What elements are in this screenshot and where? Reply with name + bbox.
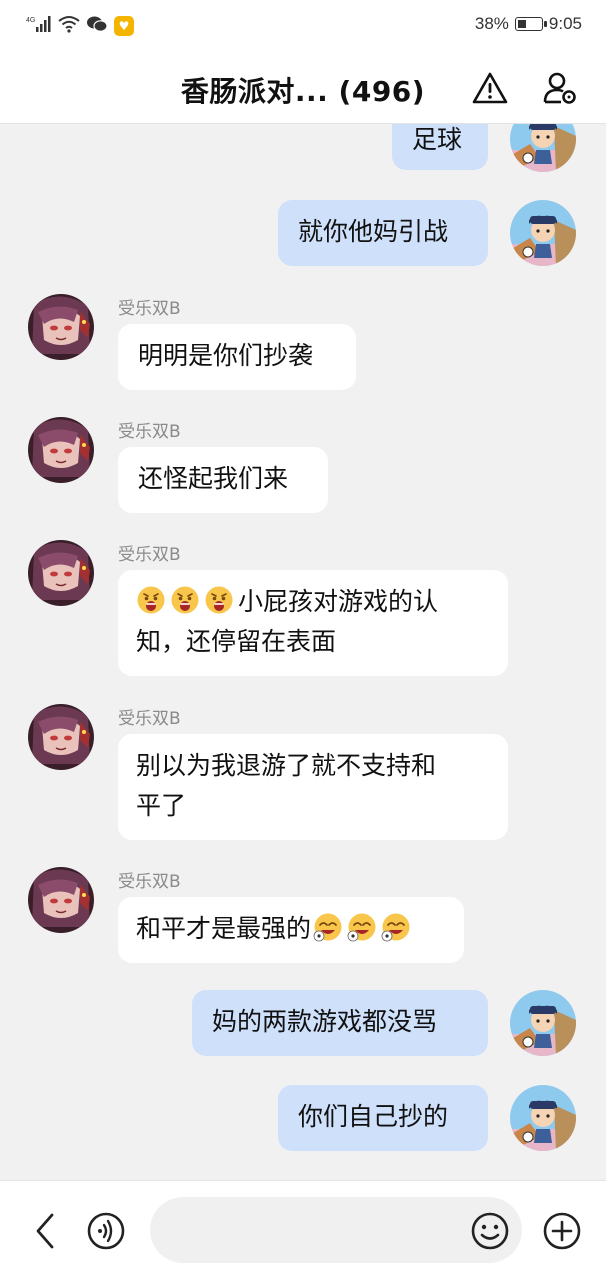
report-button[interactable] bbox=[470, 68, 510, 108]
message-bubble-incoming[interactable]: 别以为我退游了就不支持和 平了 bbox=[118, 734, 508, 840]
sender-avatar[interactable] bbox=[28, 294, 94, 360]
dizzy-face-emoji bbox=[381, 912, 411, 942]
message-bubble-incoming[interactable]: 和平才是最强的 bbox=[118, 897, 464, 963]
message-text-line: 平了 bbox=[136, 791, 187, 820]
battery-icon bbox=[514, 17, 547, 31]
chevron-left-icon bbox=[36, 1213, 54, 1249]
message-text: 妈的两款游戏都没骂 bbox=[212, 1007, 438, 1036]
sender-name: 受乐双B bbox=[118, 872, 181, 892]
shocked-face-emoji bbox=[136, 585, 166, 615]
sender-avatar[interactable] bbox=[28, 867, 94, 933]
battery-percent: 38% bbox=[474, 14, 509, 33]
message-text: 和平才是最强的 bbox=[136, 914, 312, 943]
smiley-icon bbox=[471, 1212, 509, 1250]
sender-name: 受乐双B bbox=[118, 422, 181, 442]
sender-name: 受乐双B bbox=[118, 545, 181, 565]
signal-icon: 4G bbox=[26, 14, 52, 38]
message-text: 足球 bbox=[412, 125, 463, 154]
message-text-line: 别以为我退游了就不支持和 bbox=[136, 751, 437, 780]
message-bubble-outgoing[interactable]: 妈的两款游戏都没骂 bbox=[192, 990, 488, 1056]
voice-input-button[interactable] bbox=[86, 1211, 126, 1251]
back-button[interactable] bbox=[28, 1211, 64, 1251]
shocked-face-emoji bbox=[170, 585, 200, 615]
message-bubble-incoming[interactable]: 小屁孩对游戏的认 知，还停留在表面 bbox=[118, 570, 508, 676]
message-text: 你们自己抄的 bbox=[298, 1102, 449, 1131]
input-bar bbox=[0, 1180, 606, 1280]
my-avatar[interactable] bbox=[510, 124, 576, 172]
dizzy-face-emoji bbox=[313, 912, 343, 942]
wifi-icon bbox=[58, 15, 80, 37]
my-avatar[interactable] bbox=[510, 1085, 576, 1151]
message-list[interactable]: 足球 就你他妈引战 受乐双B 明明是你们抄袭 受乐双B 还怪起我们来 受乐双B … bbox=[0, 124, 606, 1180]
shocked-face-emoji bbox=[204, 585, 234, 615]
chat-header: 香肠派对... (496) bbox=[0, 52, 606, 124]
message-text-line: 小屁孩对游戏的认 bbox=[238, 587, 439, 616]
message-bubble-incoming[interactable]: 明明是你们抄袭 bbox=[118, 324, 356, 390]
wechat-icon bbox=[86, 15, 108, 37]
more-actions-button[interactable] bbox=[542, 1211, 582, 1251]
status-bar: 4G ♥ 38% 9:05 bbox=[0, 0, 606, 52]
sender-name: 受乐双B bbox=[118, 709, 181, 729]
sender-avatar[interactable] bbox=[28, 704, 94, 770]
my-avatar[interactable] bbox=[510, 200, 576, 266]
sender-avatar[interactable] bbox=[28, 540, 94, 606]
plus-icon bbox=[543, 1212, 581, 1250]
user-settings-icon bbox=[543, 72, 576, 104]
message-bubble-outgoing[interactable]: 足球 bbox=[392, 124, 488, 170]
message-bubble-incoming[interactable]: 还怪起我们来 bbox=[118, 447, 328, 513]
sender-name: 受乐双B bbox=[118, 299, 181, 319]
message-text: 明明是你们抄袭 bbox=[138, 341, 314, 370]
app-notification-icon: ♥ bbox=[114, 16, 134, 36]
message-text-line: 知，还停留在表面 bbox=[136, 627, 337, 656]
message-text: 还怪起我们来 bbox=[138, 464, 289, 493]
sender-avatar[interactable] bbox=[28, 417, 94, 483]
chat-title: 香肠派对... (496) bbox=[180, 75, 426, 108]
voice-icon bbox=[87, 1212, 125, 1250]
emoji-button[interactable] bbox=[470, 1211, 510, 1251]
message-bubble-outgoing[interactable]: 就你他妈引战 bbox=[278, 200, 488, 266]
message-bubble-outgoing[interactable]: 你们自己抄的 bbox=[278, 1085, 488, 1151]
my-avatar[interactable] bbox=[510, 990, 576, 1056]
group-settings-button[interactable] bbox=[540, 68, 580, 108]
svg-text:4G: 4G bbox=[26, 17, 35, 24]
message-text: 就你他妈引战 bbox=[298, 217, 449, 246]
dizzy-face-emoji bbox=[347, 912, 377, 942]
warning-icon bbox=[472, 72, 508, 104]
message-input[interactable] bbox=[150, 1197, 522, 1263]
clock: 9:05 bbox=[548, 14, 582, 33]
